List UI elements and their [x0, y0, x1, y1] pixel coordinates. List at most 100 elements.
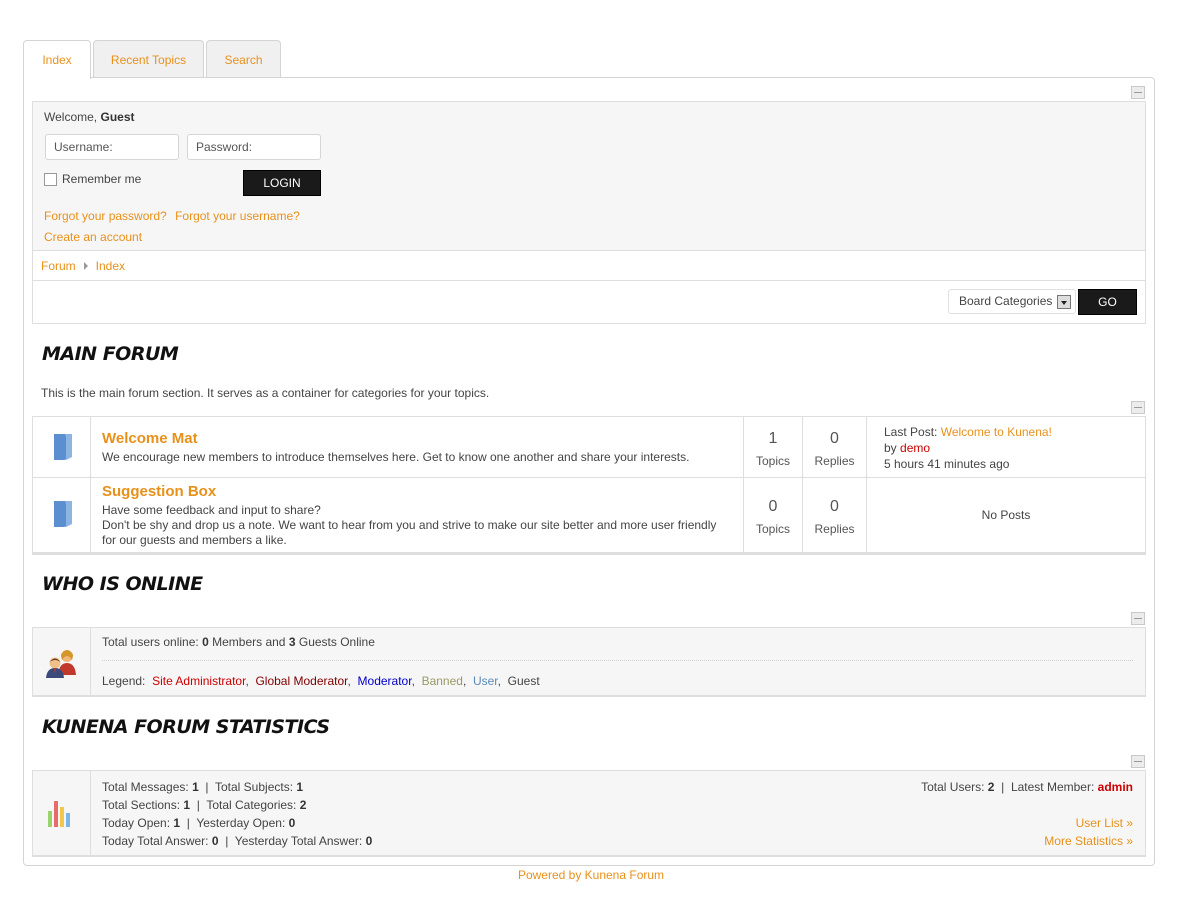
last-post: Last Post: Welcome to Kunena!	[884, 425, 1052, 439]
table-row: Suggestion Box Have some feedback and in…	[33, 478, 1145, 554]
stats-title: KUNENA FORUM STATISTICS	[42, 716, 330, 738]
tab-search[interactable]: Search	[206, 40, 281, 78]
stats-box: Total Messages: 1 | Total Subjects: 1 To…	[32, 770, 1146, 857]
board-categories-value: Board Categories	[959, 294, 1053, 308]
category-jump-bar: Board Categories GO	[32, 281, 1146, 324]
tab-recent-topics[interactable]: Recent Topics	[93, 40, 204, 78]
welcome-prefix: Welcome,	[44, 110, 98, 124]
login-box: Welcome, Guest Username: Password: Remem…	[32, 101, 1146, 251]
last-post-label: Last Post:	[884, 425, 938, 439]
last-post-link[interactable]: Welcome to Kunena!	[941, 425, 1052, 439]
members-label: Members and	[212, 635, 286, 649]
last-post-cell: No Posts	[866, 478, 1145, 552]
collapse-who-online-icon[interactable]	[1131, 612, 1145, 625]
who-online-box: Total users online: 0 Members and 3 Gues…	[32, 627, 1146, 697]
topics-label: Topics	[755, 522, 790, 536]
members-count: 0	[202, 635, 209, 649]
bar-chart-icon	[48, 801, 70, 827]
last-post-author: by demo	[884, 441, 930, 455]
tab-bar: Index Recent Topics Search	[23, 40, 283, 79]
go-button[interactable]: GO	[1078, 289, 1137, 315]
description-line: Don't be shy and drop us a note. We want…	[102, 518, 717, 532]
by-label: by	[884, 441, 897, 455]
forgot-links: Forgot your password? Forgot your userna…	[44, 209, 300, 223]
stats-line-2: Total Sections: 1 | Total Categories: 2	[102, 798, 307, 812]
replies-count-cell: 0 Replies	[802, 478, 866, 552]
remember-me[interactable]: Remember me	[44, 172, 141, 186]
breadcrumb-index[interactable]: Index	[96, 259, 125, 273]
create-account-link[interactable]: Create an account	[44, 230, 142, 244]
stats-line-4: Today Total Answer: 0 | Yesterday Total …	[102, 834, 373, 848]
replies-count-cell: 0 Replies	[802, 417, 866, 477]
breadcrumb: Forum Index	[32, 251, 1146, 281]
board-categories-select[interactable]: Board Categories	[948, 289, 1076, 314]
total-online-label: Total users online:	[102, 635, 199, 649]
breadcrumb-arrow-icon	[83, 261, 88, 270]
forgot-username-link[interactable]: Forgot your username?	[175, 209, 300, 223]
legend-user: User	[472, 674, 498, 688]
replies-label: Replies	[814, 454, 855, 468]
legend-site-administrator: Site Administrator	[152, 674, 246, 688]
legend-banned: Banned	[421, 674, 463, 688]
users-summary: Total Users: 2 | Latest Member: admin	[921, 780, 1133, 794]
replies-count: 0	[830, 498, 839, 515]
breadcrumb-forum[interactable]: Forum	[41, 259, 76, 273]
legend-global-moderator: Global Moderator	[255, 674, 348, 688]
stats-line-1: Total Messages: 1 | Total Subjects: 1	[102, 780, 304, 794]
topics-count-cell: 0 Topics	[743, 478, 802, 552]
main-forum-description: This is the main forum section. It serve…	[41, 386, 490, 400]
more-statistics-link[interactable]: More Statistics »	[1044, 834, 1133, 848]
more-stats-row: More Statistics »	[1044, 834, 1133, 848]
collapse-stats-icon[interactable]	[1131, 755, 1145, 768]
remember-me-checkbox[interactable]	[44, 172, 57, 186]
user-list-row: User List »	[1076, 816, 1133, 830]
latest-member-link[interactable]: admin	[1098, 780, 1133, 794]
replies-count: 0	[830, 430, 839, 447]
who-online-icon-cell	[33, 628, 91, 695]
legend-moderator: Moderator	[357, 674, 412, 688]
folder-icon	[54, 501, 72, 527]
description-line: Have some feedback and input to share?	[102, 503, 321, 517]
users-icon	[46, 650, 76, 678]
chevron-down-icon[interactable]	[1057, 295, 1071, 309]
category-table: Welcome Mat We encourage new members to …	[32, 416, 1146, 555]
category-title-welcome-mat[interactable]: Welcome Mat	[102, 430, 198, 447]
powered-by-footer[interactable]: Powered by Kunena Forum	[0, 868, 1182, 882]
description-line: for our guests and members a like.	[102, 533, 287, 547]
category-title-suggestion-box[interactable]: Suggestion Box	[102, 483, 216, 500]
welcome-user: Guest	[100, 110, 135, 124]
login-button[interactable]: LOGIN	[243, 170, 321, 196]
no-posts-text: No Posts	[981, 508, 1031, 522]
divider	[102, 660, 1133, 661]
user-list-link[interactable]: User List »	[1076, 816, 1133, 830]
topics-label: Topics	[755, 454, 790, 468]
welcome-text: Welcome, Guest	[44, 110, 135, 124]
topics-count: 1	[768, 430, 778, 447]
replies-label: Replies	[814, 522, 855, 536]
author-link[interactable]: demo	[900, 441, 930, 455]
last-post-cell: Last Post: Welcome to Kunena! by demo 5 …	[866, 417, 1145, 477]
main-forum-title: MAIN FORUM	[42, 343, 179, 365]
stats-icon-cell	[33, 771, 91, 855]
guests-label: Guests Online	[298, 635, 375, 649]
collapse-main-forum-icon[interactable]	[1131, 401, 1145, 414]
remember-me-label: Remember me	[62, 172, 142, 186]
category-description: Have some feedback and input to share? D…	[102, 503, 742, 548]
create-account-row: Create an account	[44, 230, 142, 244]
legend-guest: Guest	[507, 674, 540, 688]
tab-index[interactable]: Index	[23, 40, 91, 79]
category-description: We encourage new members to introduce th…	[102, 450, 690, 464]
collapse-login-icon[interactable]	[1131, 86, 1145, 99]
guests-count: 3	[288, 635, 296, 649]
last-post-time: 5 hours 41 minutes ago	[884, 457, 1010, 471]
total-online-text: Total users online: 0 Members and 3 Gues…	[102, 635, 375, 649]
topics-count: 0	[768, 498, 778, 515]
legend: Legend: Site Administrator, Global Moder…	[102, 674, 540, 688]
topics-count-cell: 1 Topics	[743, 417, 802, 477]
forgot-password-link[interactable]: Forgot your password?	[44, 209, 167, 223]
password-input[interactable]: Password:	[187, 134, 321, 160]
legend-label: Legend:	[102, 674, 146, 688]
folder-icon	[54, 434, 72, 460]
table-row: Welcome Mat We encourage new members to …	[33, 417, 1145, 478]
username-input[interactable]: Username:	[45, 134, 179, 160]
